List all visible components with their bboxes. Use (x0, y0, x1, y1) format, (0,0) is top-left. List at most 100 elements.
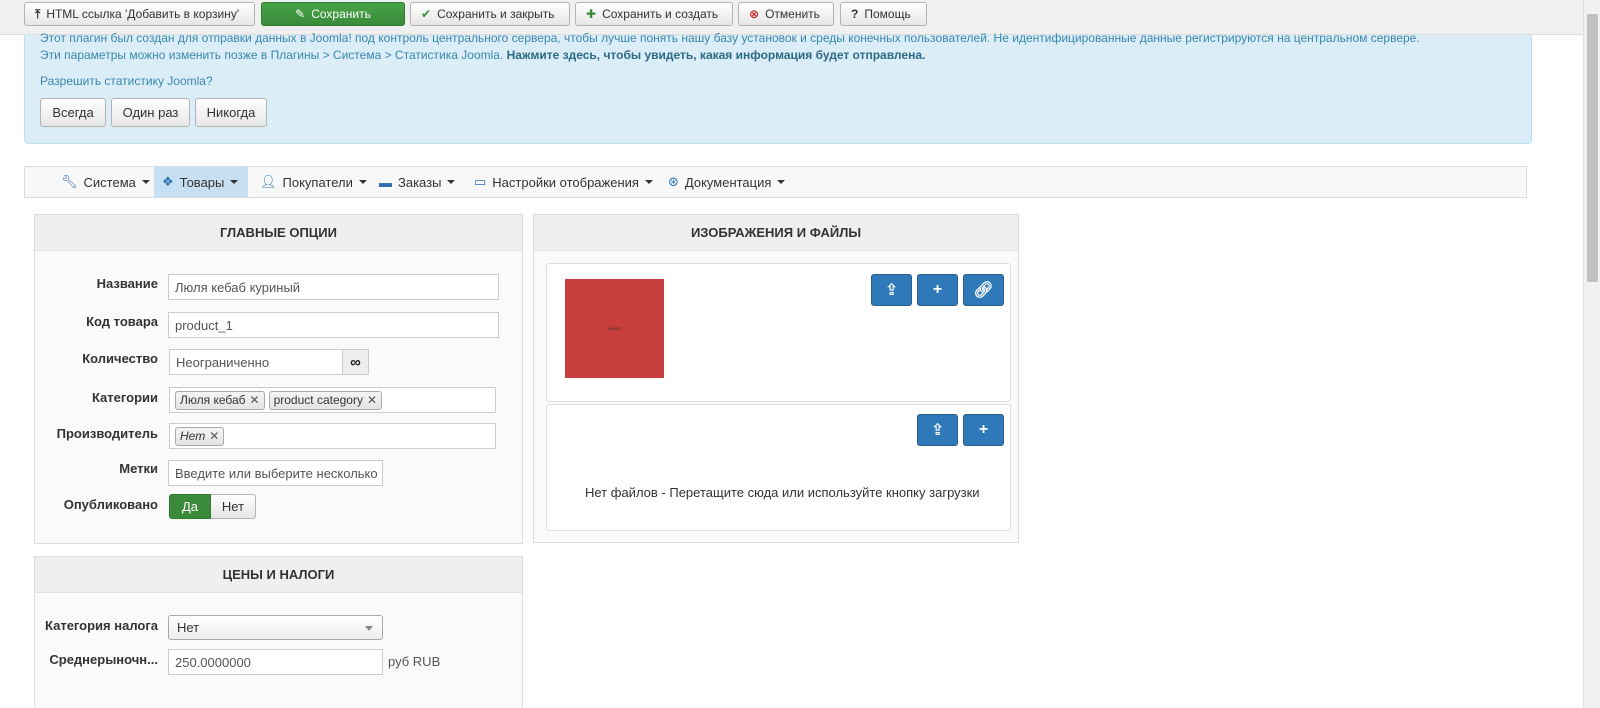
link-image-button[interactable]: 🔗︎ (963, 274, 1004, 306)
category-tag: product category ✕ (268, 390, 383, 410)
code-label: Код товара (86, 314, 158, 329)
no-files-message: Нет файлов - Перетащите сюда или использ… (585, 485, 980, 500)
stats-once-button[interactable]: Один раз (111, 98, 190, 127)
quantity-input[interactable]: Неограниченно (169, 349, 343, 375)
remove-icon[interactable]: ✕ (367, 393, 377, 407)
categories-label: Категории (91, 390, 158, 405)
published-yes-button[interactable]: Да (169, 494, 211, 519)
tags-label: Метки (119, 461, 158, 476)
stats-never-button[interactable]: Никогда (195, 98, 267, 127)
save-button[interactable]: ✎ Сохранить (261, 2, 405, 26)
chevron-down-icon (777, 180, 786, 184)
cancel-button[interactable]: ⊗ Отменить (738, 2, 834, 26)
images-dropzone[interactable]: IMAGE ⇪ + 🔗︎ (546, 263, 1011, 402)
menu-documentation[interactable]: ⊛ Документация (660, 167, 793, 197)
category-tag-label: Люля кебаб (180, 393, 246, 407)
save-new-button[interactable]: ✚ Сохранить и создать (575, 2, 733, 26)
chevron-down-icon (447, 180, 456, 184)
html-link-label: HTML ссылка 'Добавить в корзину' (46, 7, 240, 21)
help-label: Помощь (864, 7, 911, 21)
monitor-icon: ▭ (474, 174, 487, 189)
upload-image-button[interactable]: ⇪ (871, 274, 912, 306)
menu-products[interactable]: ❖ Товары (154, 167, 248, 197)
images-files-panel: ИЗОБРАЖЕНИЯ И ФАЙЛЫ IMAGE ⇪ + 🔗︎ ⇪ + Нет… (533, 214, 1019, 543)
remove-icon[interactable]: ✕ (209, 429, 219, 443)
category-tag-label: product category (273, 393, 363, 407)
files-dropzone[interactable]: ⇪ + Нет файлов - Перетащите сюда или исп… (546, 404, 1011, 531)
images-files-heading: ИЗОБРАЖЕНИЯ И ФАЙЛЫ (534, 215, 1018, 251)
product-image-thumbnail[interactable]: IMAGE (565, 279, 664, 378)
menu-docs-label: Документация (684, 174, 772, 190)
alert-text-1: Этот плагин был создан для отправки данн… (40, 31, 1420, 45)
upload-icon: ⤒ (35, 6, 41, 21)
chevron-down-icon (230, 180, 239, 184)
infinity-button[interactable]: ∞ (342, 349, 369, 375)
save-close-button[interactable]: ✔ Сохранить и закрыть (410, 2, 570, 26)
manufacturer-tag: Нет ✕ (175, 426, 225, 446)
save-close-label: Сохранить и закрыть (437, 7, 555, 21)
cubes-icon: ❖ (162, 174, 174, 189)
menu-orders[interactable]: ▬ Заказы (371, 167, 463, 197)
name-label: Название (96, 276, 158, 291)
currency-label: руб RUB (388, 654, 441, 669)
main-menu: 🔧︎ Система ❖ Товары 👤︎ Покупатели ▬ Зака… (24, 166, 1527, 198)
avg-price-input[interactable]: 250.0000000 (168, 649, 383, 675)
plus-icon: ✚ (586, 7, 597, 21)
alert-text-2: Эти параметры можно изменить позже в Пла… (40, 48, 925, 62)
tax-category-select[interactable]: Нет (168, 615, 383, 640)
manufacturer-input[interactable]: Нет ✕ (169, 423, 496, 449)
menu-system[interactable]: 🔧︎ Система (53, 167, 158, 197)
upload-file-button[interactable]: ⇪ (917, 414, 958, 446)
wrench-icon: 🔧︎ (61, 174, 78, 189)
published-no-button[interactable]: Нет (211, 494, 256, 519)
page-scrollbar[interactable] (1583, 0, 1600, 708)
help-button[interactable]: ? Помощь (840, 2, 927, 26)
avg-price-label: Среднерыночн... (49, 652, 158, 667)
remove-icon[interactable]: ✕ (250, 393, 260, 407)
manufacturer-tag-label: Нет (180, 429, 206, 443)
name-input[interactable]: Люля кебаб куриный (168, 274, 499, 300)
plus-icon: + (932, 281, 943, 298)
main-options-panel: ГЛАВНЫЕ ОПЦИИ Название Люля кебаб курины… (34, 214, 523, 544)
alert-text-2-plain: Эти параметры можно изменить позже в Пла… (40, 48, 504, 62)
html-link-button[interactable]: ⤒ HTML ссылка 'Добавить в корзину' (24, 2, 255, 26)
stats-always-button[interactable]: Всегда (40, 98, 106, 127)
chevron-down-icon (358, 180, 367, 184)
lifebuoy-icon: ⊛ (668, 174, 679, 189)
upload-icon: ⇪ (930, 422, 945, 439)
save-new-label: Сохранить и создать (602, 7, 719, 21)
prices-heading: ЦЕНЫ И НАЛОГИ (35, 557, 522, 593)
add-image-button[interactable]: + (917, 274, 958, 306)
tax-category-label: Категория налога (45, 618, 158, 633)
user-icon: 👤︎ (260, 174, 277, 189)
menu-products-label: Товары (179, 174, 225, 190)
prices-panel: ЦЕНЫ И НАЛОГИ Категория налога Нет Средн… (34, 556, 523, 708)
menu-customers-label: Покупатели (282, 174, 353, 190)
category-tag: Люля кебаб ✕ (175, 390, 265, 410)
chevron-down-icon (141, 180, 150, 184)
published-label: Опубликовано (63, 497, 158, 512)
upload-icon: ⇪ (884, 282, 899, 299)
menu-display-settings[interactable]: ▭ Настройки отображения (466, 167, 661, 197)
alert-question: Разрешить статистику Joomla? (40, 74, 213, 88)
credit-card-icon: ▬ (379, 174, 392, 190)
check-icon: ✔ (421, 7, 432, 21)
main-options-heading: ГЛАВНЫЕ ОПЦИИ (35, 215, 522, 251)
menu-orders-label: Заказы (398, 174, 442, 190)
add-file-button[interactable]: + (963, 414, 1004, 446)
quantity-label: Количество (82, 351, 158, 366)
code-input[interactable]: product_1 (168, 312, 499, 338)
save-label: Сохранить (311, 7, 371, 21)
plus-icon: + (978, 421, 989, 438)
categories-input[interactable]: Люля кебаб ✕ product category ✕ (169, 387, 496, 413)
link-icon: 🔗︎ (973, 282, 994, 299)
alert-details-link[interactable]: Нажмите здесь, чтобы увидеть, какая инфо… (507, 48, 926, 62)
stats-alert: Этот плагин был создан для отправки данн… (24, 31, 1532, 144)
tags-input[interactable]: Введите или выберите несколько в (168, 460, 383, 486)
menu-system-label: Система (83, 174, 136, 190)
menu-customers[interactable]: 👤︎ Покупатели (252, 167, 375, 197)
tax-category-value: Нет (177, 620, 200, 635)
toolbar: ⤒ HTML ссылка 'Добавить в корзину' ✎ Сох… (0, 0, 1600, 35)
manufacturer-label: Производитель (56, 426, 158, 441)
scrollbar-thumb[interactable] (1587, 14, 1598, 282)
